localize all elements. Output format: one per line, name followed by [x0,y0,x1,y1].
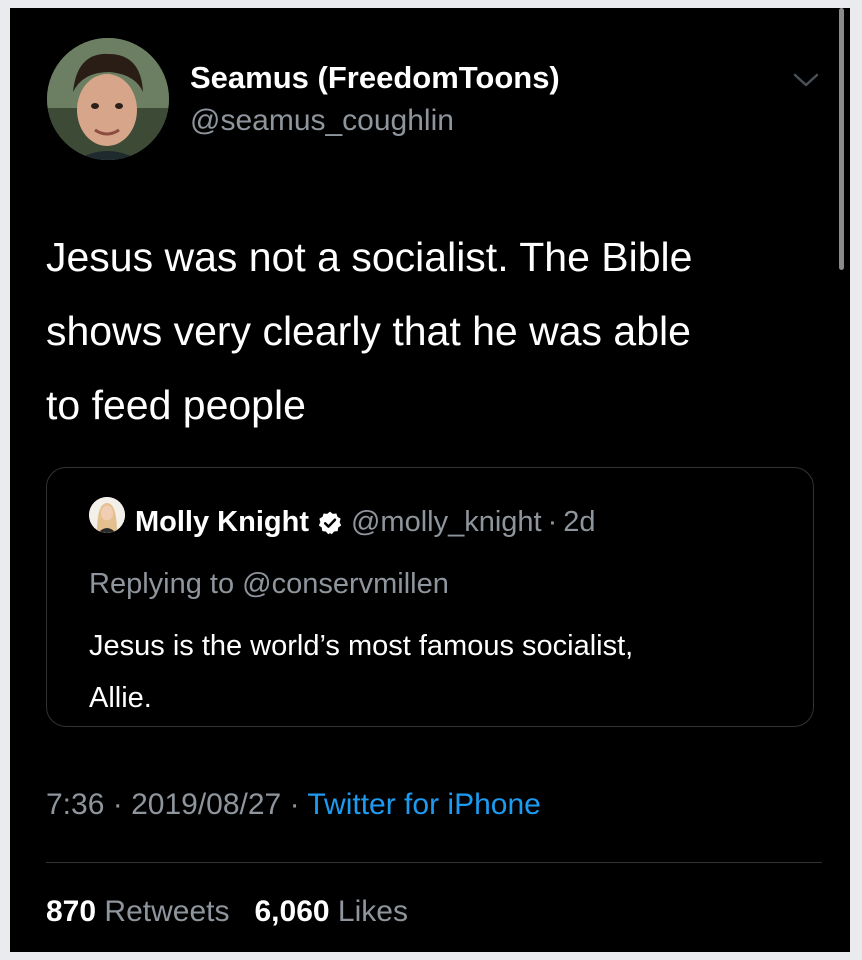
tweet-text: Jesus was not a socialist. The Bible sho… [46,220,826,442]
quoted-tweet[interactable]: Molly Knight @molly_knight · 2d Replying… [46,467,814,727]
likes-count: 6,060 [254,895,330,928]
meta-separator: · [112,788,123,821]
tweet-text-line: shows very clearly that he was able [46,308,691,354]
tweet-stats: 870 Retweets 6,060 Likes [46,895,408,929]
quoted-text-line: Jesus is the world’s most famous sociali… [89,630,634,662]
retweets-count: 870 [46,895,97,928]
retweets-label: Retweets [104,895,230,928]
quoted-author-handle[interactable]: @molly_knight [351,506,542,539]
quoted-replying-to[interactable]: Replying to @conservmillen [89,568,449,601]
quoted-tweet-age: 2d [563,506,596,538]
tweet-text-line: Jesus was not a socialist. The Bible [46,234,693,280]
tweet-text-line: to feed people [46,382,306,428]
quoted-avatar-photo [89,497,125,533]
verified-badge-icon [318,511,342,534]
author-handle[interactable]: @seamus_coughlin [190,104,454,138]
retweets-stat[interactable]: 870 Retweets [46,895,229,928]
meta-separator: · [289,788,300,821]
quoted-author-avatar [89,497,125,533]
quoted-tweet-text: Jesus is the world’s most famous sociali… [89,620,809,724]
likes-stat[interactable]: 6,060 Likes [254,895,407,928]
quoted-author-name[interactable]: Molly Knight [135,506,309,539]
chevron-down-icon[interactable] [792,70,820,90]
quoted-text-line: Allie. [89,682,152,714]
author-display-name[interactable]: Seamus (FreedomToons) [190,60,560,96]
quoted-separator: · [547,506,558,538]
avatar-photo [47,38,169,160]
tweet-source-link[interactable]: Twitter for iPhone [307,788,540,821]
tweet-screen: Seamus (FreedomToons) @seamus_coughlin J… [10,8,850,952]
author-avatar[interactable] [47,38,169,160]
likes-label: Likes [337,895,408,928]
divider [46,862,822,863]
scrollbar[interactable] [839,8,844,270]
tweet-time: 7:36 [46,788,105,821]
tweet-meta: 7:36 · 2019/08/27 · Twitter for iPhone [46,788,541,822]
quoted-tweet-header: Molly Knight @molly_knight · 2d [135,506,596,539]
tweet-date: 2019/08/27 [131,788,282,821]
